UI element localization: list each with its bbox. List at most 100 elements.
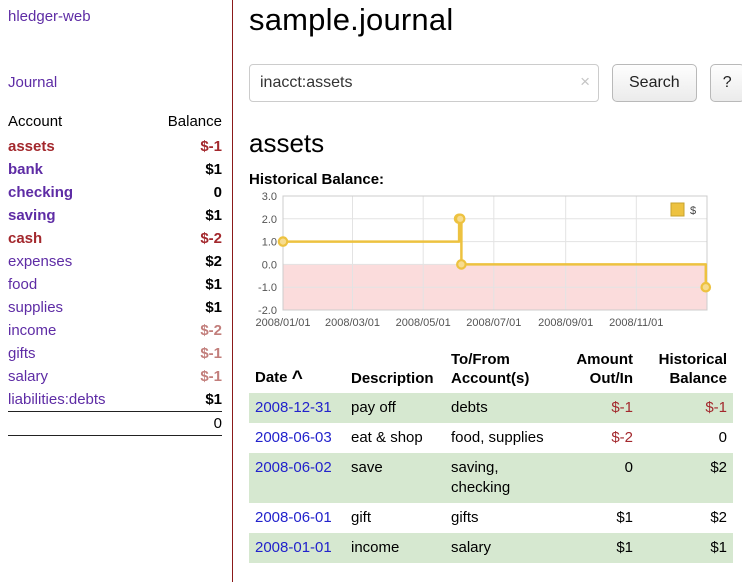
accounts-total-value: 0 (8, 412, 222, 436)
main-content: sample.journal × Search ? assets Histori… (233, 0, 742, 582)
transaction-balance: $-1 (639, 393, 733, 423)
transaction-balance: 0 (639, 423, 733, 453)
svg-text:2008/11/01: 2008/11/01 (609, 317, 663, 329)
search-input[interactable] (249, 64, 599, 102)
transaction-accounts: salary (445, 533, 563, 563)
transaction-description: save (345, 453, 445, 503)
transaction-amount: $-2 (563, 423, 639, 453)
transaction-row: 2008-12-31pay offdebts$-1$-1 (249, 393, 733, 423)
account-row: liabilities:debts $1 (8, 388, 222, 412)
account-balance: $1 (146, 388, 222, 412)
transaction-amount: $1 (563, 533, 639, 563)
accounts-table: Account Balance assets $-1 bank $1 checking 0… (8, 111, 222, 436)
account-balance: $1 (146, 204, 222, 227)
transaction-balance: $1 (639, 533, 733, 563)
account-heading: assets (249, 128, 742, 159)
account-row: checking 0 (8, 181, 222, 204)
register-header-date[interactable]: Date ^ (249, 348, 345, 393)
svg-text:2008/09/01: 2008/09/01 (538, 317, 593, 329)
register-header-amount: Amount Out/In (563, 348, 639, 393)
account-row: gifts $-1 (8, 342, 222, 365)
svg-text:2008/01/01: 2008/01/01 (255, 317, 310, 329)
svg-text:1.0: 1.0 (262, 237, 277, 249)
sidebar-account-link[interactable]: income (8, 322, 56, 339)
transaction-accounts: debts (445, 393, 563, 423)
transaction-accounts: gifts (445, 503, 563, 533)
account-balance: $-2 (146, 319, 222, 342)
account-balance: 0 (146, 181, 222, 204)
accounts-total-row: 0 (8, 412, 222, 436)
account-row: saving $1 (8, 204, 222, 227)
sidebar-account-link[interactable]: supplies (8, 299, 63, 316)
sidebar: hledger-web Journal Account Balance asse… (0, 0, 233, 582)
help-button[interactable]: ? (710, 64, 742, 102)
transaction-row: 2008-06-01 giftgifts$1$2 (249, 503, 733, 533)
svg-text:0.0: 0.0 (262, 259, 277, 271)
transaction-accounts: saving, checking (445, 453, 563, 503)
sidebar-account-link[interactable]: saving (8, 207, 56, 224)
transaction-balance: $2 (639, 503, 733, 533)
search-button[interactable]: Search (612, 64, 697, 102)
nav-journal-link[interactable]: Journal (8, 74, 222, 91)
app: hledger-web Journal Account Balance asse… (0, 0, 742, 582)
clear-search-icon[interactable]: × (580, 72, 590, 92)
svg-text:2008/07/01: 2008/07/01 (466, 317, 521, 329)
svg-text:2.0: 2.0 (262, 214, 277, 226)
account-row: assets $-1 (8, 135, 222, 158)
account-row: food $1 (8, 273, 222, 296)
transaction-date-link[interactable]: 2008-06-02 (255, 459, 332, 476)
sidebar-account-link[interactable]: food (8, 276, 37, 293)
account-balance: $2 (146, 250, 222, 273)
search-bar: × Search ? (249, 64, 742, 102)
sidebar-account-link[interactable]: cash (8, 230, 42, 247)
transaction-date-link[interactable]: 2008-12-31 (255, 399, 332, 416)
account-row: income $-2 (8, 319, 222, 342)
account-balance: $-1 (146, 342, 222, 365)
account-row: bank $1 (8, 158, 222, 181)
transaction-amount: $1 (563, 503, 639, 533)
accounts-header-account: Account (8, 111, 146, 135)
date-header-label: Date (255, 369, 288, 386)
balance-chart-svg: .tick{font:11px "Liberation Sans",sans-s… (249, 190, 719, 340)
sidebar-account-link[interactable]: assets (8, 138, 55, 155)
sidebar-account-link[interactable]: expenses (8, 253, 72, 270)
svg-text:-1.0: -1.0 (258, 282, 277, 294)
transaction-balance: $2 (639, 453, 733, 503)
transaction-date-link[interactable]: 2008-01-01 (255, 539, 332, 556)
sidebar-account-link[interactable]: checking (8, 184, 73, 201)
transaction-amount: $-1 (563, 393, 639, 423)
account-balance: $-1 (146, 135, 222, 158)
svg-text:2008/05/01: 2008/05/01 (396, 317, 451, 329)
register-header-balance: Historical Balance (639, 348, 733, 393)
register-header-accounts: To/From Account(s) (445, 348, 563, 393)
sidebar-account-link[interactable]: salary (8, 368, 48, 385)
svg-text:$: $ (690, 205, 696, 217)
register-header-description: Description (345, 348, 445, 393)
account-balance: $-2 (146, 227, 222, 250)
account-row: cash $-2 (8, 227, 222, 250)
sidebar-account-link[interactable]: gifts (8, 345, 36, 362)
account-balance: $-1 (146, 365, 222, 388)
transaction-date-link[interactable]: 2008-06-03 (255, 429, 332, 446)
sidebar-account-link[interactable]: liabilities:debts (8, 391, 106, 408)
transaction-row: 2008-01-01incomesalary$1$1 (249, 533, 733, 563)
svg-text:3.0: 3.0 (262, 191, 277, 203)
account-balance: $1 (146, 296, 222, 319)
account-row: expenses $2 (8, 250, 222, 273)
register-header-row: Date ^ Description To/From Account(s) Am… (249, 348, 733, 393)
transaction-description: gift (345, 503, 445, 533)
historical-balance-chart: .tick{font:11px "Liberation Sans",sans-s… (249, 190, 719, 340)
account-row: supplies $1 (8, 296, 222, 319)
app-title-link[interactable]: hledger-web (8, 8, 222, 25)
account-balance: $1 (146, 158, 222, 181)
sidebar-account-link[interactable]: bank (8, 161, 43, 178)
accounts-header-balance: Balance (146, 111, 222, 135)
account-balance: $1 (146, 273, 222, 296)
transaction-amount: 0 (563, 453, 639, 503)
transaction-row: 2008-06-03eat & shopfood, supplies$-20 (249, 423, 733, 453)
chart-title: Historical Balance: (249, 171, 742, 188)
register-table: Date ^ Description To/From Account(s) Am… (249, 348, 733, 563)
transaction-date-link[interactable]: 2008-06-01 (255, 509, 332, 526)
transaction-description: income (345, 533, 445, 563)
transaction-row: 2008-06-02 savesaving, checking0$2 (249, 453, 733, 503)
